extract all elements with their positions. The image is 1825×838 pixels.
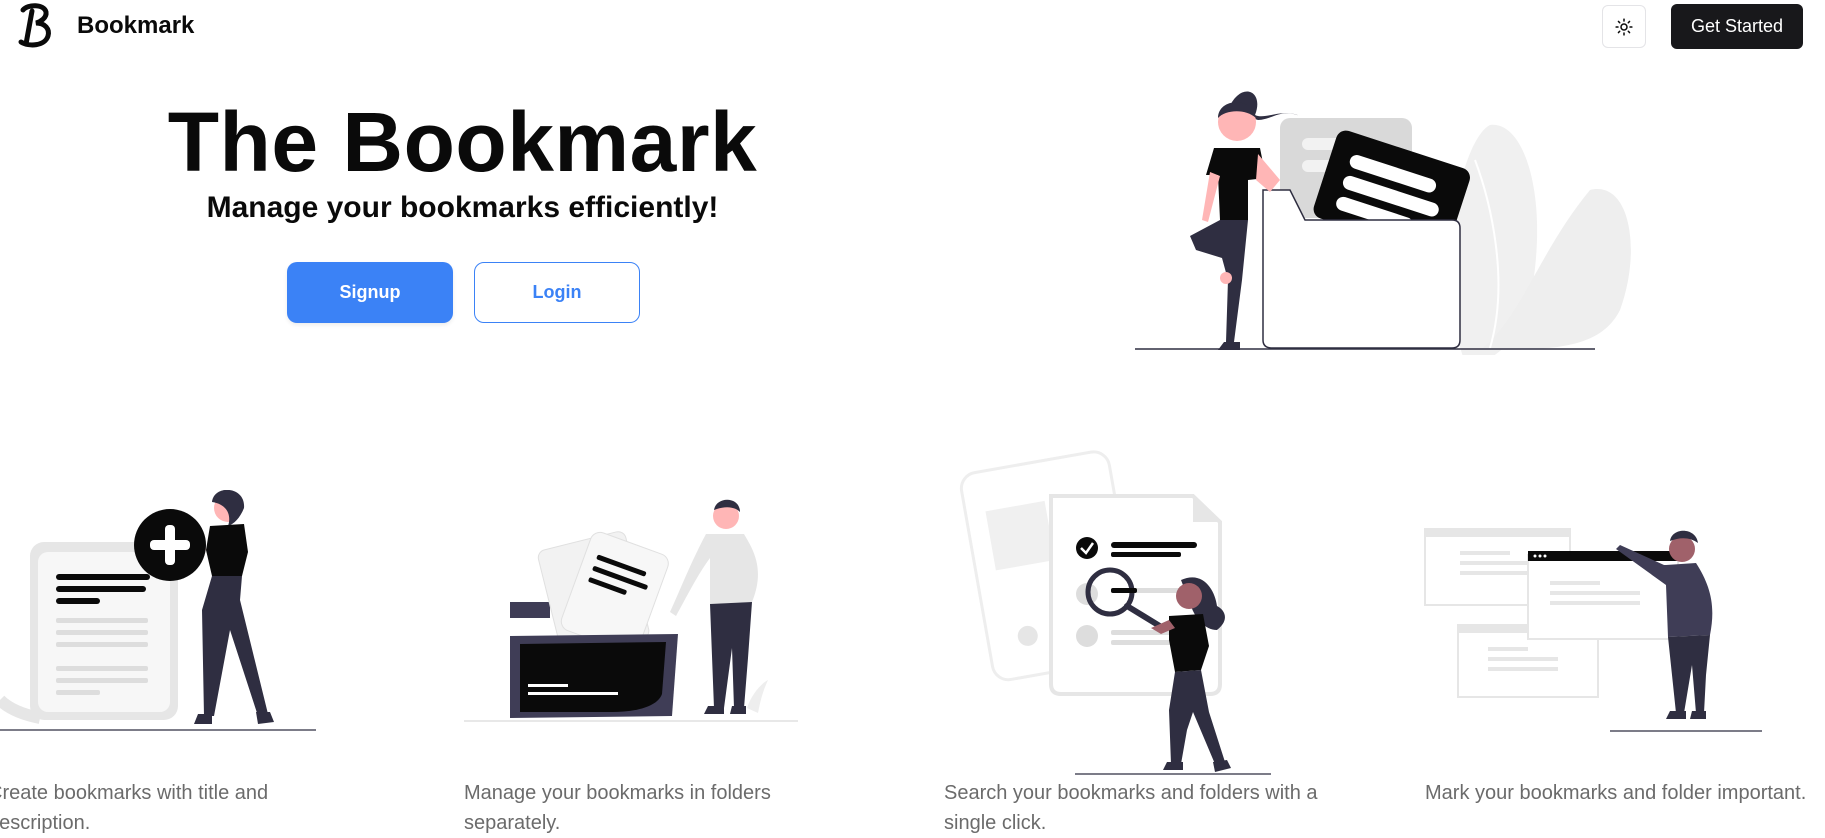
navbar: Bookmark Get Started: [0, 0, 1825, 52]
browser-windows-illustration: [1424, 528, 1762, 732]
feature-text-create: Create bookmarks with title and descript…: [0, 782, 269, 834]
hero-subtitle: Manage your bookmarks efficiently!: [206, 191, 719, 224]
folder-files-illustration: [464, 499, 798, 722]
person-with-folder-illustration: [1135, 91, 1631, 355]
search-document-illustration: [959, 450, 1271, 775]
feature-text-search: Search your bookmarks and folders with a…: [944, 782, 1318, 834]
theme-toggle-button[interactable]: [1602, 5, 1646, 48]
hero-title: The Bookmark: [167, 95, 758, 189]
signup-button[interactable]: Signup: [287, 262, 453, 323]
feature-text-folders: Manage your bookmarks in folders separat…: [464, 782, 771, 834]
brand-name[interactable]: Bookmark: [77, 12, 194, 40]
login-button[interactable]: Login: [474, 262, 640, 323]
add-document-illustration: [0, 490, 316, 731]
sun-icon: [1615, 17, 1633, 36]
get-started-button[interactable]: Get Started: [1671, 4, 1803, 49]
feature-text-important: Mark your bookmarks and folder important…: [1425, 782, 1807, 804]
bookmark-logo-icon[interactable]: [14, 2, 56, 48]
